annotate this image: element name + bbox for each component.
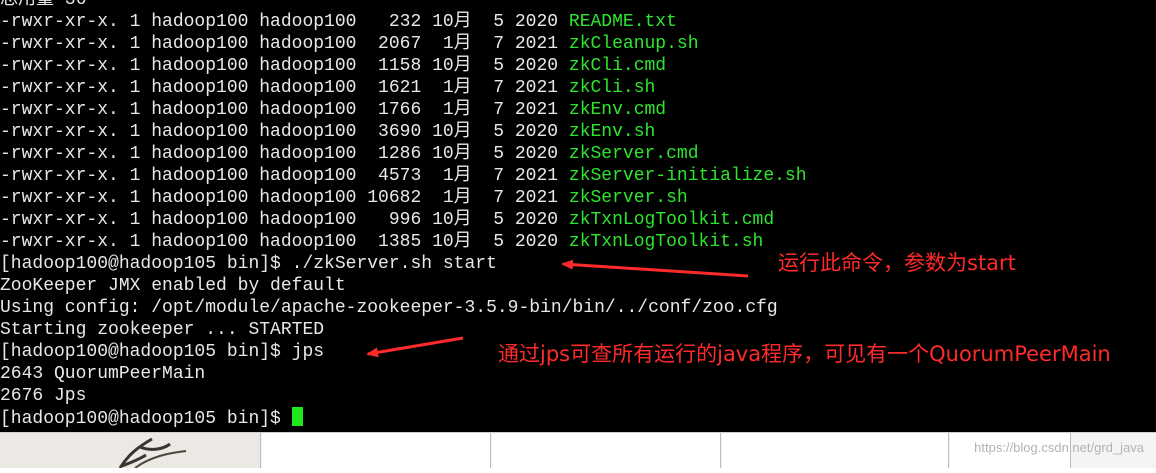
thumbnail-image [0, 433, 261, 469]
terminal-window[interactable]: 总用量 36 -rwxr-xr-x. 1 hadoop100 hadoop100… [0, 0, 1156, 432]
taskbar-panel-3 [722, 433, 949, 468]
watermark: https://blog.csdn.net/grd_java [974, 440, 1144, 455]
start-command-annotation: 运行此命令，参数为start [778, 251, 1016, 275]
annotation-arrows [366, 259, 749, 358]
taskbar-panel-2 [492, 433, 721, 468]
tree-branch-icon [0, 433, 260, 469]
arrow-to-jps-command [366, 336, 464, 358]
jps-annotation: 通过jps可查所有运行的java程序，可见有一个QuorumPeerMain [498, 342, 1111, 366]
taskbar-panel-1 [262, 433, 491, 468]
arrow-to-start-command [561, 259, 749, 278]
